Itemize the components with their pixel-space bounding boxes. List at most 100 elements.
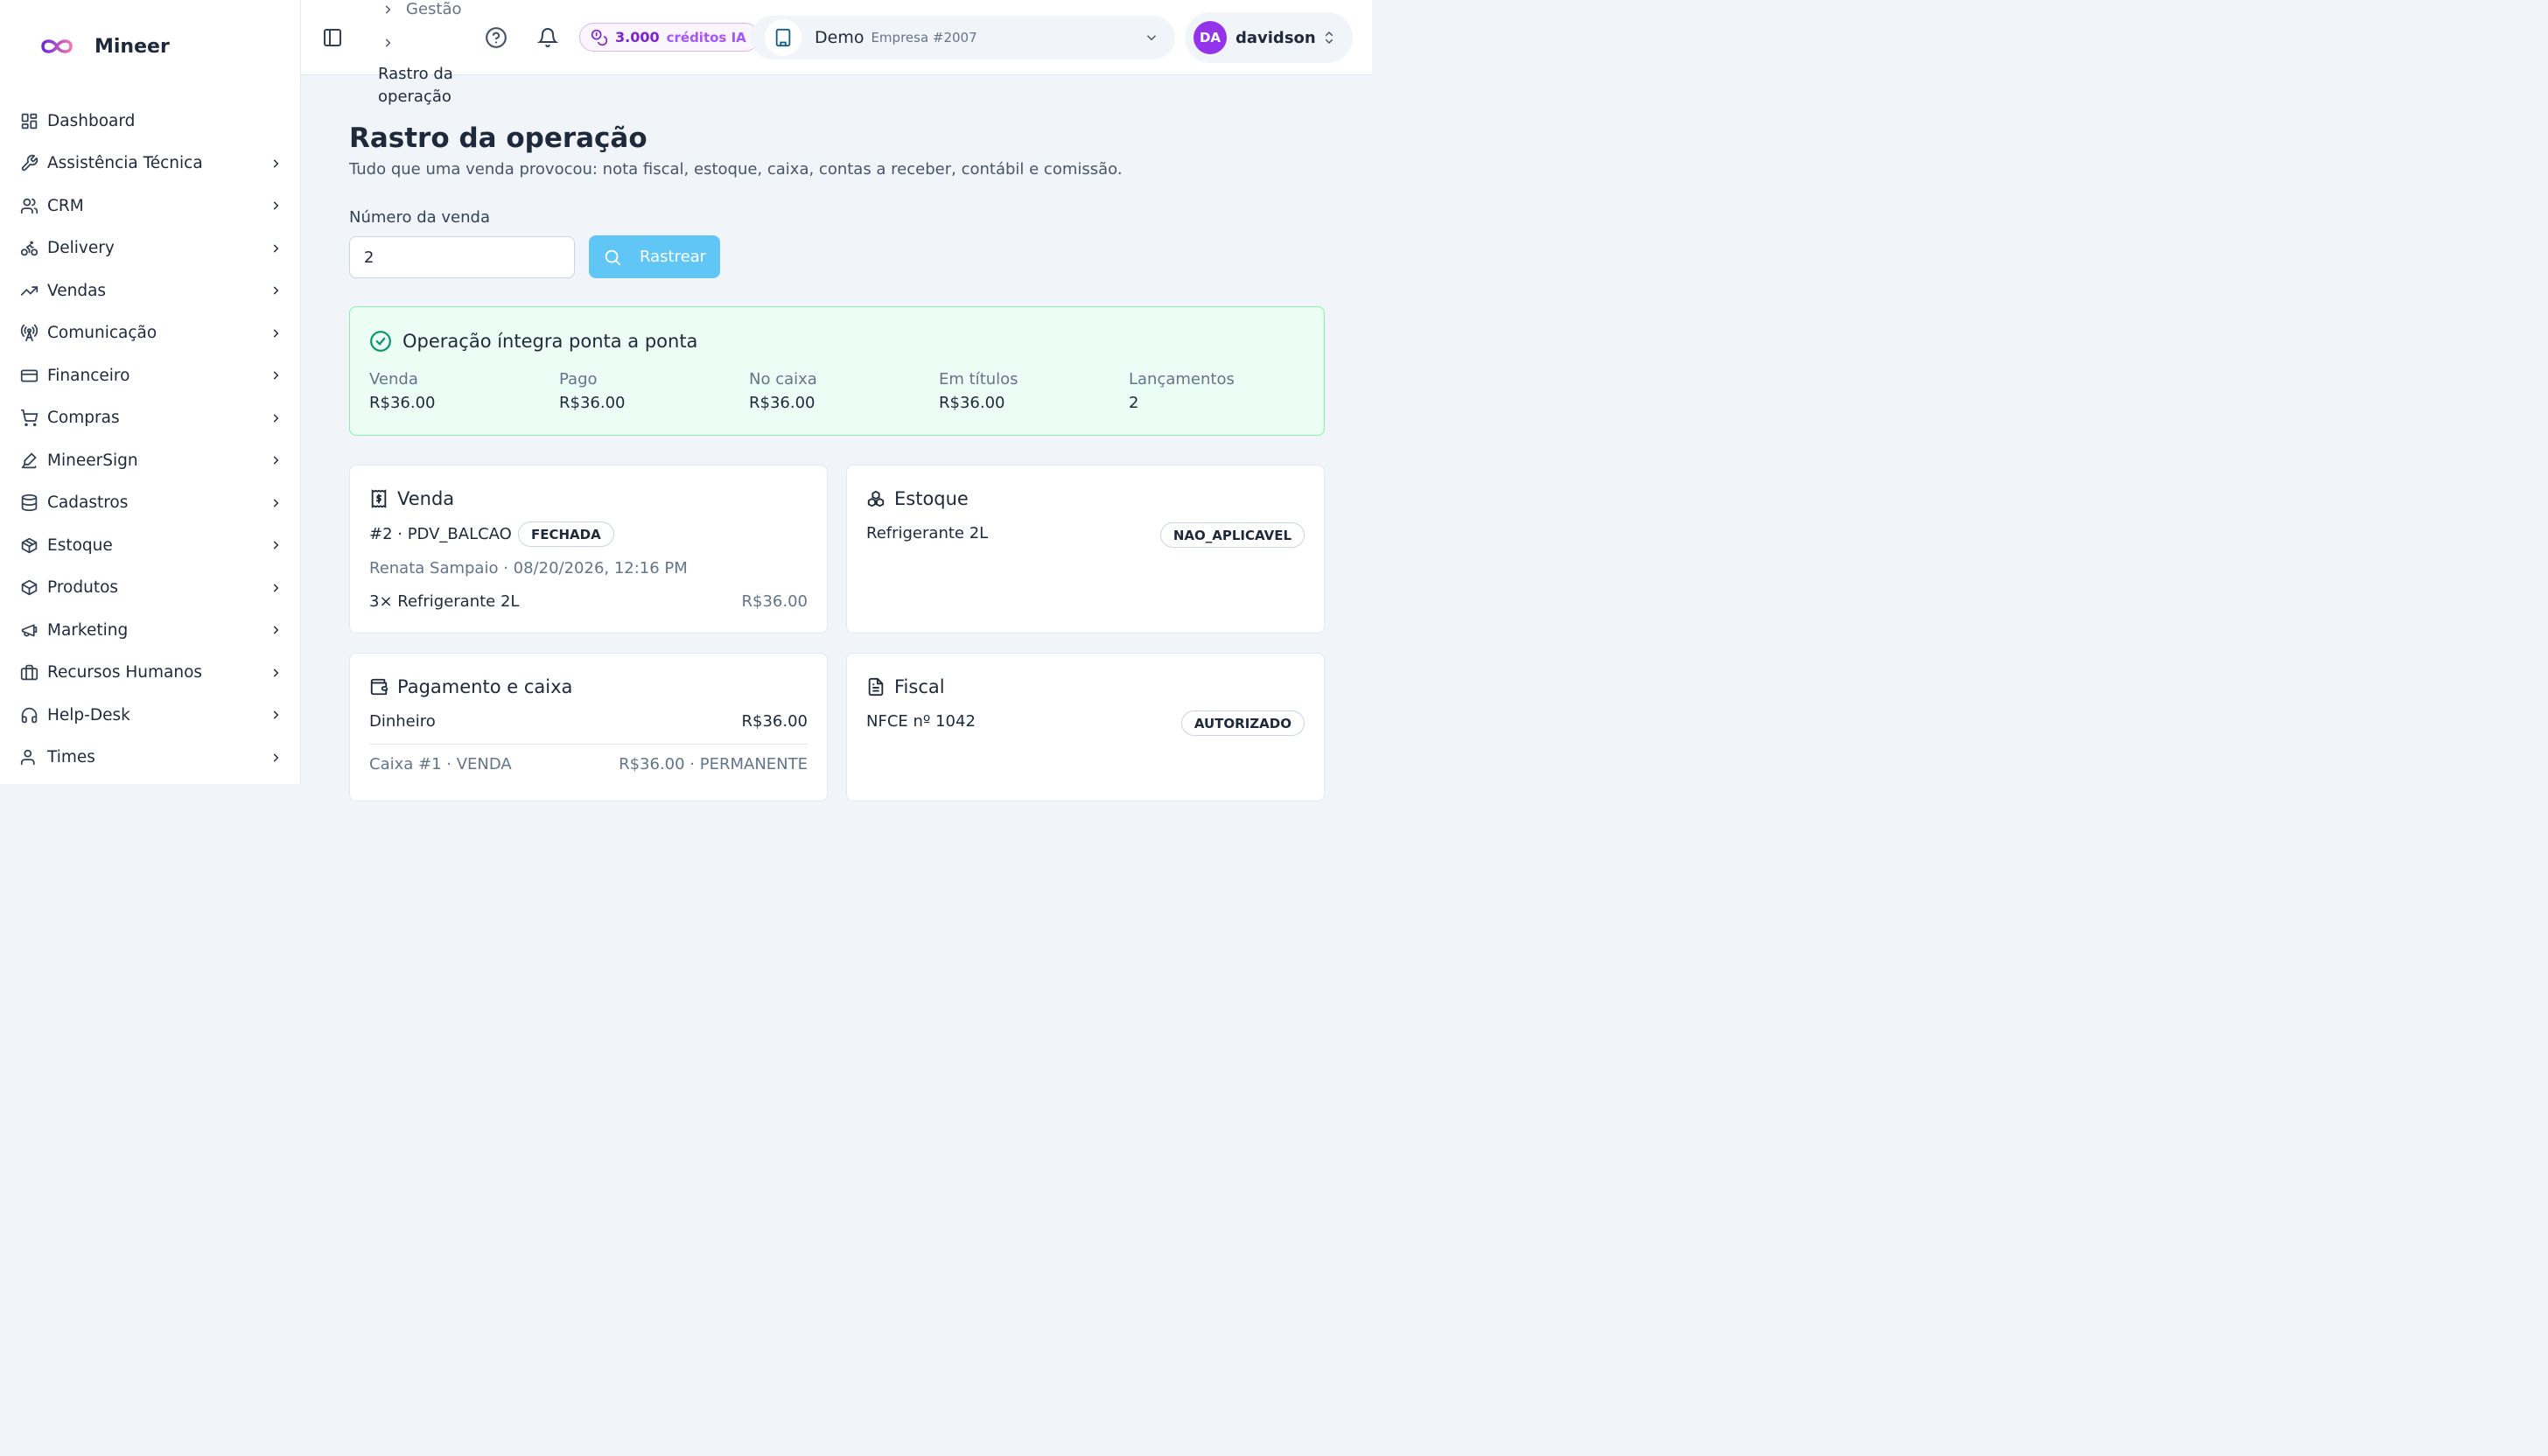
sidebar-item-comunicacao[interactable]: Comunicação (0, 312, 301, 355)
metric-em-titulos: Em títulos R$36.00 (939, 370, 1123, 412)
main-content: Rastro da operação Tudo que uma venda pr… (301, 75, 1372, 802)
sidebar-item-label: Estoque (47, 536, 113, 555)
page-subtitle: Tudo que uma venda provocou: nota fiscal… (349, 160, 1123, 178)
sidebar-item-financeiro[interactable]: Financeiro (0, 354, 301, 397)
payment-total: R$36.00 (741, 712, 808, 731)
sidebar-item-label: Delivery (47, 239, 115, 258)
ai-credits-badge[interactable]: 3.000 créditos IA (579, 23, 760, 52)
credits-amount: 3.000 (615, 29, 660, 46)
boxes-icon (867, 490, 885, 508)
sidebar-item-label: Cadastros (47, 494, 129, 513)
sidebar-item-label: Help-Desk (47, 705, 130, 724)
sidebar-item-label: Produtos (47, 578, 119, 598)
sidebar: Mineer Dashboard Assistência Técnica CRM… (0, 0, 301, 784)
sidebar-item-compras[interactable]: Compras (0, 397, 301, 440)
user-name: davidson (1236, 28, 1316, 47)
sidebar-item-produtos[interactable]: Produtos (0, 567, 301, 610)
integrity-title: Operação íntegra ponta a ponta (402, 331, 698, 352)
sale-item: 3× Refrigerante 2L (369, 592, 520, 611)
wallet-icon (370, 678, 388, 696)
metric-label: Venda (369, 370, 418, 388)
company-selector[interactable]: Demo Empresa #2007 (751, 16, 1175, 60)
sidebar-item-label: Times (47, 748, 95, 767)
sale-meta: Renata Sampaio · 08/20/2026, 12:16 PM (369, 559, 688, 578)
sale-number-input[interactable] (349, 236, 575, 278)
estoque-card: Estoque Refrigerante 2L NAO_APLICAVEL (846, 465, 1325, 634)
sidebar-item-mineersign[interactable]: MineerSign (0, 439, 301, 482)
coins-icon (591, 29, 608, 46)
page-title: Rastro da operação (349, 122, 648, 154)
box-icon (19, 578, 38, 598)
sidebar-item-times[interactable]: Times (0, 737, 301, 780)
sidebar-item-estoque[interactable]: Estoque (0, 524, 301, 567)
metric-lancamentos: Lançamentos 2 (1129, 370, 1312, 412)
sidebar-item-label: Recursos Humanos (47, 663, 203, 682)
panel-toggle-icon[interactable] (322, 27, 343, 48)
metric-value: R$36.00 (939, 394, 1005, 412)
divider (369, 744, 808, 745)
sidebar-item-delivery[interactable]: Delivery (0, 228, 301, 270)
cash-entry: Caixa #1 · VENDA (369, 755, 512, 774)
breadcrumb-parent-label: Gestão (406, 0, 462, 18)
sidebar-item-assistencia-tecnica[interactable]: Assistência Técnica (0, 143, 301, 186)
bike-icon (19, 239, 38, 258)
track-button[interactable]: Rastrear (589, 235, 720, 278)
user-menu[interactable]: DA davidson (1185, 12, 1353, 63)
metric-value: R$36.00 (749, 394, 816, 412)
sidebar-item-crm[interactable]: CRM (0, 185, 301, 228)
chevron-right-icon (273, 626, 279, 634)
wrench-icon (19, 154, 38, 173)
sidebar-item-vendas[interactable]: Vendas (0, 270, 301, 312)
integrity-panel: Operação íntegra ponta a ponta Venda R$3… (349, 306, 1325, 436)
sidebar-item-help-desk[interactable]: Help-Desk (0, 694, 301, 737)
brand[interactable]: Mineer (38, 32, 170, 61)
sale-number-label: Número da venda (349, 208, 490, 227)
company-name: Demo (815, 28, 864, 47)
receipt-icon (371, 489, 387, 508)
sidebar-item-label: Marketing (47, 620, 129, 640)
trending-up-icon (19, 281, 38, 300)
stock-item: Refrigerante 2L (866, 524, 989, 542)
payment-method: Dinheiro (369, 712, 436, 731)
chevron-right-icon (273, 710, 279, 719)
card-title: Venda (397, 488, 455, 509)
sale-summary: #2 · PDV_BALCAO · (369, 525, 522, 543)
database-icon (19, 494, 38, 513)
chevron-right-icon (273, 201, 279, 210)
metric-label: Em títulos (939, 370, 1018, 388)
sidebar-item-label: CRM (47, 196, 84, 215)
chevron-right-icon (273, 456, 279, 465)
chevron-right-icon (273, 541, 279, 550)
sidebar-item-marketing[interactable]: Marketing (0, 609, 301, 652)
package-icon (19, 536, 38, 555)
users-icon (19, 196, 38, 215)
card-title: Estoque (894, 488, 969, 509)
mineer-logo-icon (38, 32, 75, 61)
company-id: Empresa #2007 (871, 30, 977, 46)
cart-icon (19, 409, 38, 428)
breadcrumb-parent[interactable]: Gestão (382, 0, 462, 18)
card-title: Pagamento e caixa (397, 676, 573, 697)
chevron-right-icon (273, 414, 279, 423)
sidebar-item-dashboard[interactable]: Dashboard (0, 100, 301, 143)
venda-card: Venda #2 · PDV_BALCAO · FECHADA Renata S… (349, 465, 828, 634)
metric-value: R$36.00 (559, 394, 626, 412)
sidebar-item-cadastros[interactable]: Cadastros (0, 482, 301, 525)
bell-icon[interactable] (537, 26, 558, 49)
headphones-icon (19, 705, 38, 724)
chevron-right-icon (273, 159, 279, 168)
sidebar-nav: Dashboard Assistência Técnica CRM Delive… (0, 100, 301, 779)
briefcase-icon (19, 663, 38, 682)
cash-entry-total: R$36.00 · PERMANENTE (619, 755, 808, 774)
metric-label: Lançamentos (1129, 370, 1235, 388)
help-icon[interactable] (485, 26, 508, 49)
chevron-right-icon (273, 329, 279, 338)
metric-value: 2 (1129, 394, 1139, 412)
sidebar-item-recursos-humanos[interactable]: Recursos Humanos (0, 652, 301, 695)
status-badge: NAO_APLICAVEL (1159, 522, 1305, 548)
fiscal-doc: NFCE nº 1042 (866, 712, 976, 731)
sidebar-item-label: MineerSign (47, 451, 138, 470)
metric-pago: Pago R$36.00 (559, 370, 743, 412)
metric-value: R$36.00 (369, 394, 436, 412)
chevron-right-icon (385, 38, 391, 47)
